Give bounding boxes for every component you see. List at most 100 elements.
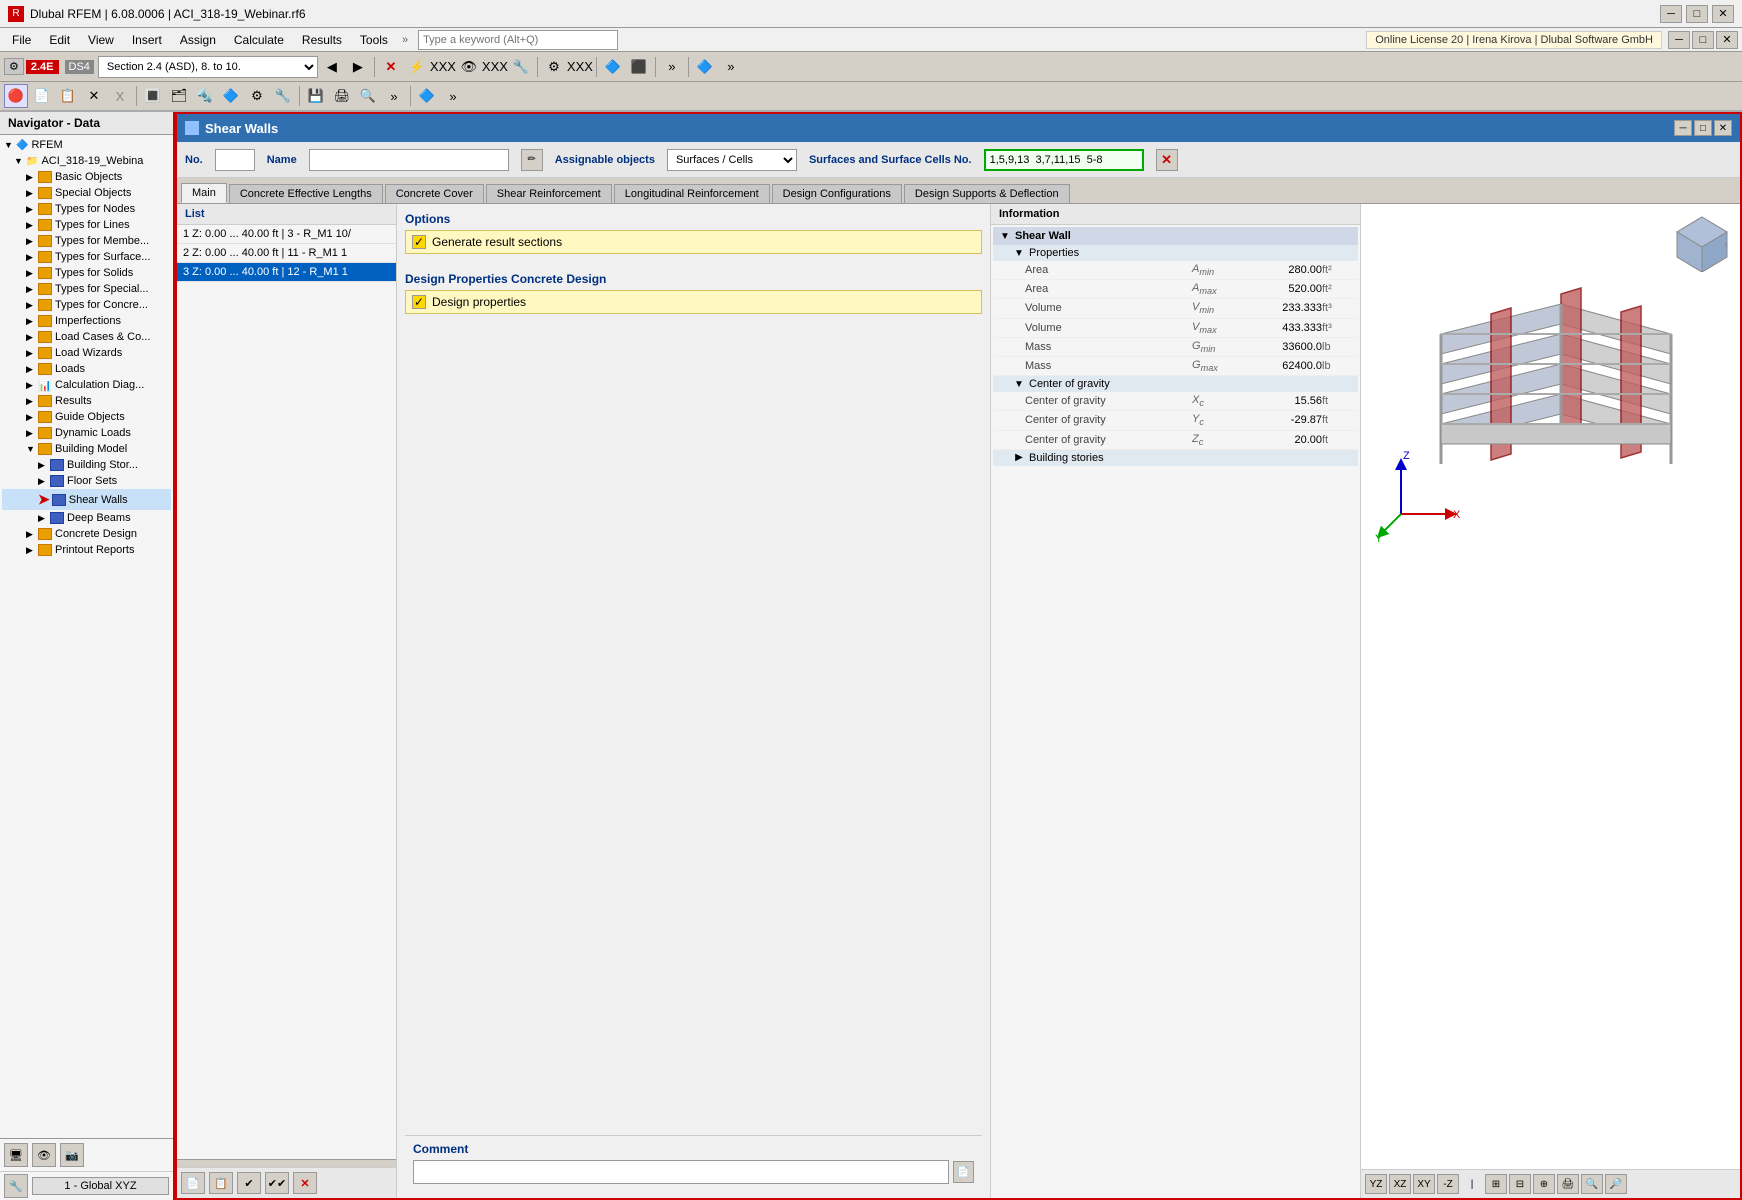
toolbar-btn-right[interactable]: 🔷	[693, 55, 717, 79]
comment-edit-btn[interactable]: 📄	[953, 1161, 974, 1183]
menu-edit[interactable]: Edit	[41, 31, 78, 49]
tab-design-supports[interactable]: Design Supports & Deflection	[904, 184, 1070, 203]
online-restore-button[interactable]: □	[1692, 31, 1714, 49]
shear-wall-collapse-icon[interactable]: ▼	[999, 230, 1011, 242]
tb2-btn-11[interactable]: 🖨	[330, 84, 354, 108]
project-expand-icon[interactable]: ▼	[14, 156, 24, 166]
surfaces-input[interactable]	[984, 149, 1144, 171]
view-btn-2[interactable]: ⊟	[1509, 1174, 1531, 1194]
guide-expand-icon[interactable]: ▶	[26, 412, 36, 422]
cog-collapse-icon[interactable]: ▼	[1013, 378, 1025, 390]
tb2-btn-2[interactable]: 📋	[56, 84, 80, 108]
types-solids-expand-icon[interactable]: ▶	[26, 268, 36, 278]
load-wizards-expand-icon[interactable]: ▶	[26, 348, 36, 358]
nav-item-load-wizards[interactable]: ▶ Load Wizards	[2, 345, 171, 361]
nav-item-rfem[interactable]: ▼ 🔷 RFEM	[2, 137, 171, 153]
loads-expand-icon[interactable]: ▶	[26, 364, 36, 374]
design-props-checkbox[interactable]: ✓	[412, 295, 426, 309]
minimize-button[interactable]: ─	[1660, 5, 1682, 23]
view-btn-4[interactable]: 🖨	[1557, 1174, 1579, 1194]
list-item-2[interactable]: 2 Z: 0.00 ... 40.00 ft | 11 - R_M1 1	[177, 244, 396, 263]
info-shear-wall-header[interactable]: ▼ Shear Wall	[993, 227, 1358, 245]
list-scrollbar[interactable]	[177, 1159, 396, 1167]
nav-item-types-lines[interactable]: ▶ Types for Lines	[2, 217, 171, 233]
tab-concrete-effective[interactable]: Concrete Effective Lengths	[229, 184, 383, 203]
nav-item-types-special[interactable]: ▶ Types for Special...	[2, 281, 171, 297]
nav-item-building-model[interactable]: ▼ Building Model	[2, 441, 171, 457]
types-nodes-expand-icon[interactable]: ▶	[26, 204, 36, 214]
tab-design-configurations[interactable]: Design Configurations	[772, 184, 902, 203]
results-expand-icon[interactable]: ▶	[26, 396, 36, 406]
tb2-more[interactable]: »	[382, 84, 406, 108]
imperfections-expand-icon[interactable]: ▶	[26, 316, 36, 326]
building-stories-collapse-icon[interactable]: ▶	[1013, 452, 1025, 464]
toolbar-icon-1[interactable]: ⚙	[9, 61, 19, 73]
nav-bottom-btn-cam[interactable]: 📷	[60, 1143, 84, 1167]
tb2-btn-x[interactable]: X	[108, 84, 132, 108]
toolbar-more[interactable]: »	[660, 55, 684, 79]
types-surfaces-expand-icon[interactable]: ▶	[26, 252, 36, 262]
section-combo[interactable]: Section 2.4 (ASD), 8. to 10.	[98, 56, 318, 78]
tb2-btn-6[interactable]: 🔩	[193, 84, 217, 108]
load-cases-expand-icon[interactable]: ▶	[26, 332, 36, 342]
types-members-expand-icon[interactable]: ▶	[26, 236, 36, 246]
info-properties-sub[interactable]: ▼ Properties	[993, 245, 1358, 261]
tb2-btn-3[interactable]: ✕	[82, 84, 106, 108]
tb2-btn-9[interactable]: 🔧	[271, 84, 295, 108]
nav-next-button[interactable]: ▶	[346, 55, 370, 79]
rfem-expand-icon[interactable]: ▼	[4, 140, 14, 150]
floor-sets-expand-icon[interactable]: ▶	[38, 476, 48, 486]
list-check2-btn[interactable]: ✔✔	[265, 1172, 289, 1194]
info-building-stories-sub[interactable]: ▶ Building stories	[993, 450, 1358, 466]
cancel-btn[interactable]: ✕	[379, 55, 403, 79]
menu-calculate[interactable]: Calculate	[226, 31, 292, 49]
list-copy-btn[interactable]: 📋	[209, 1172, 233, 1194]
menu-insert[interactable]: Insert	[124, 31, 170, 49]
tb2-btn-12[interactable]: 🔍	[356, 84, 380, 108]
dialog-minimize-btn[interactable]: ─	[1674, 120, 1692, 136]
special-expand-icon[interactable]: ▶	[26, 188, 36, 198]
nav-item-types-members[interactable]: ▶ Types for Membe...	[2, 233, 171, 249]
types-special-expand-icon[interactable]: ▶	[26, 284, 36, 294]
tb2-btn-8[interactable]: ⚙	[245, 84, 269, 108]
toolbar-btn-4[interactable]: XXX	[483, 55, 507, 79]
nav-item-types-concrete[interactable]: ▶ Types for Concre...	[2, 297, 171, 313]
tab-main[interactable]: Main	[181, 183, 227, 203]
nav-item-project[interactable]: ▼ 📁 ACI_318-19_Webina	[2, 153, 171, 169]
nav-item-dynamic-loads[interactable]: ▶ Dynamic Loads	[2, 425, 171, 441]
view-btn-1[interactable]: ⊞	[1485, 1174, 1507, 1194]
comment-input[interactable]	[413, 1160, 949, 1184]
nav-item-types-solids[interactable]: ▶ Types for Solids	[2, 265, 171, 281]
view-btn-yz[interactable]: YZ	[1365, 1174, 1387, 1194]
name-edit-btn[interactable]: ✏	[521, 149, 543, 171]
list-delete-btn[interactable]: ✕	[293, 1172, 317, 1194]
types-concrete-expand-icon[interactable]: ▶	[26, 300, 36, 310]
tb2-btn-1[interactable]: 📄	[30, 84, 54, 108]
nav-item-imperfections[interactable]: ▶ Imperfections	[2, 313, 171, 329]
toolbar-btn-3[interactable]: 👁	[457, 55, 481, 79]
nav-prev-button[interactable]: ◀	[320, 55, 344, 79]
list-new-btn[interactable]: 📄	[181, 1172, 205, 1194]
toolbar-btn-7[interactable]: XXX	[568, 55, 592, 79]
concrete-design-expand-icon[interactable]: ▶	[26, 529, 36, 539]
printout-expand-icon[interactable]: ▶	[26, 545, 36, 555]
nav-bottom-btn-eye[interactable]: 👁	[32, 1143, 56, 1167]
menu-file[interactable]: File	[4, 31, 39, 49]
building-model-expand-icon[interactable]: ▼	[26, 444, 36, 454]
menu-assign[interactable]: Assign	[172, 31, 224, 49]
toolbar-btn-6[interactable]: ⚙	[542, 55, 566, 79]
tab-concrete-cover[interactable]: Concrete Cover	[385, 184, 484, 203]
rfem-btn[interactable]: 🔴	[4, 84, 28, 108]
basic-expand-icon[interactable]: ▶	[26, 172, 36, 182]
view-btn-5[interactable]: 🔍	[1581, 1174, 1603, 1194]
toolbar-btn-2[interactable]: XXX	[431, 55, 455, 79]
tb2-btn-7[interactable]: 🔷	[219, 84, 243, 108]
nav-item-printout[interactable]: ▶ Printout Reports	[2, 542, 171, 558]
tab-longitudinal-reinforcement[interactable]: Longitudinal Reinforcement	[614, 184, 770, 203]
deep-beams-expand-icon[interactable]: ▶	[38, 513, 48, 523]
toolbar-more-2[interactable]: »	[719, 55, 743, 79]
nav-view-icon-btn[interactable]: 🔧	[4, 1174, 28, 1198]
building-stories-expand-icon[interactable]: ▶	[38, 460, 48, 470]
dialog-close-btn[interactable]: ✕	[1714, 120, 1732, 136]
toolbar-btn-5[interactable]: 🔧	[509, 55, 533, 79]
